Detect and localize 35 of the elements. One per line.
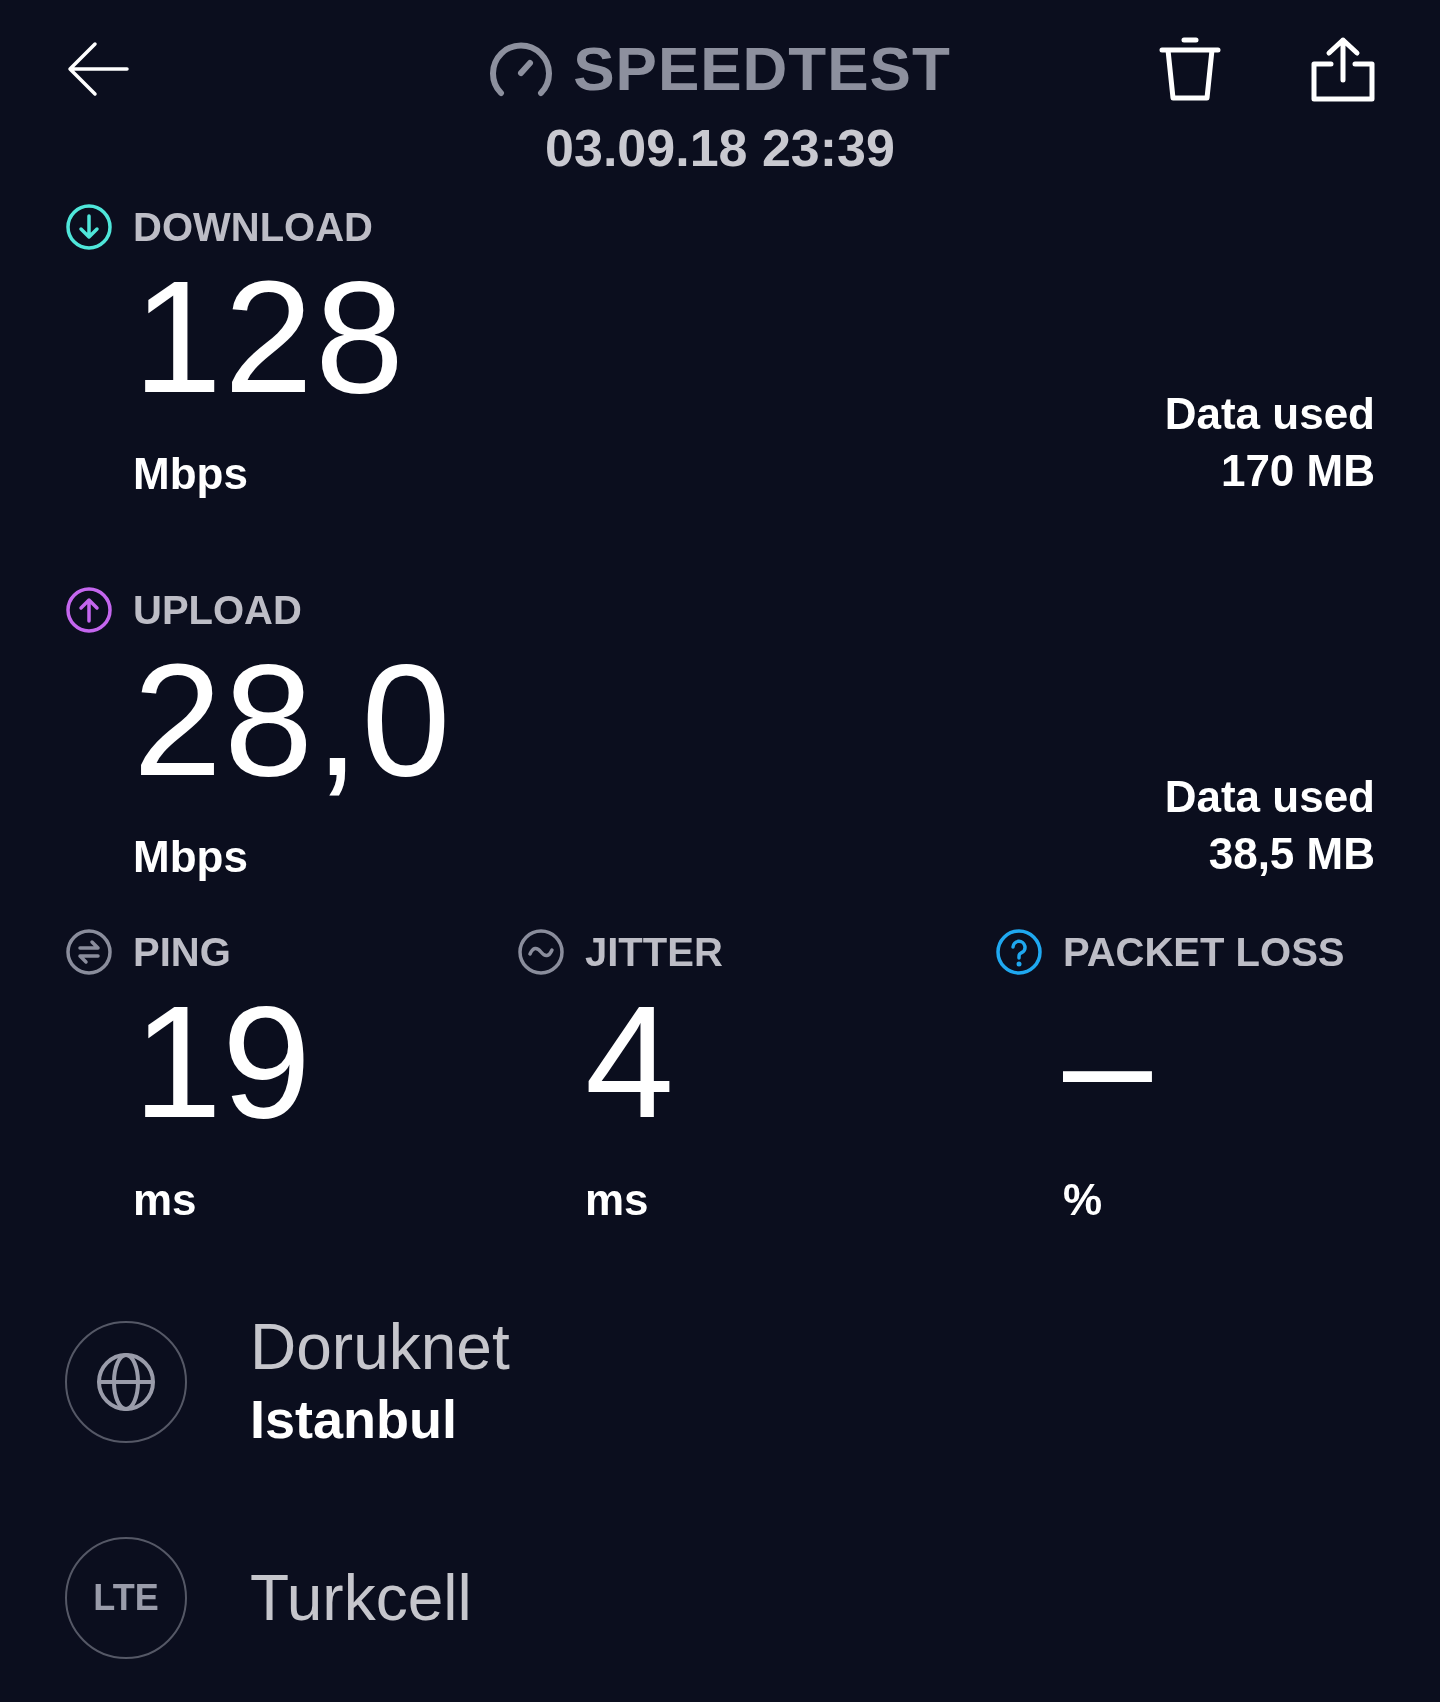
help-icon[interactable] xyxy=(995,928,1043,976)
speed-unit: Mbps xyxy=(133,832,248,882)
trash-icon xyxy=(1159,35,1221,102)
result-label: UPLOAD xyxy=(133,587,302,633)
metric-unit: ms xyxy=(133,1175,197,1225)
upload-icon xyxy=(65,586,113,634)
metric-unit: % xyxy=(1063,1175,1103,1225)
speed-value: 28,0 xyxy=(133,635,453,805)
test-date: 03.09.18 23:39 xyxy=(544,118,896,178)
server-provider: Doruknet xyxy=(250,1310,510,1384)
speed-value: 128 xyxy=(133,252,406,422)
metric-value: 4 xyxy=(585,977,674,1147)
data-used-label: Data used xyxy=(1164,771,1375,823)
metric-value: – xyxy=(1063,977,1152,1147)
share-button[interactable] xyxy=(1311,35,1375,102)
speed-unit: Mbps xyxy=(133,449,248,499)
network-type-badge: LTE xyxy=(65,1537,187,1659)
share-icon xyxy=(1311,35,1375,102)
server-location: Istanbul xyxy=(250,1388,457,1451)
metric-unit: ms xyxy=(585,1175,649,1225)
data-used-label: Data used xyxy=(1164,388,1375,440)
data-used-value: 38,5 MB xyxy=(1208,828,1375,880)
wave-icon xyxy=(517,928,565,976)
metric-label: PING xyxy=(133,929,231,975)
ping-icon xyxy=(65,928,113,976)
download-icon xyxy=(65,203,113,251)
delete-button[interactable] xyxy=(1159,35,1221,102)
metric-value: 19 xyxy=(133,977,311,1147)
app-title: SPEEDTEST xyxy=(573,33,951,104)
globe-icon xyxy=(96,1352,156,1412)
result-label: DOWNLOAD xyxy=(133,204,373,250)
metric-label: JITTER xyxy=(585,929,723,975)
carrier-name: Turkcell xyxy=(250,1561,472,1635)
data-used-value: 170 MB xyxy=(1220,445,1375,497)
metric-label: PACKET LOSS xyxy=(1063,929,1345,975)
